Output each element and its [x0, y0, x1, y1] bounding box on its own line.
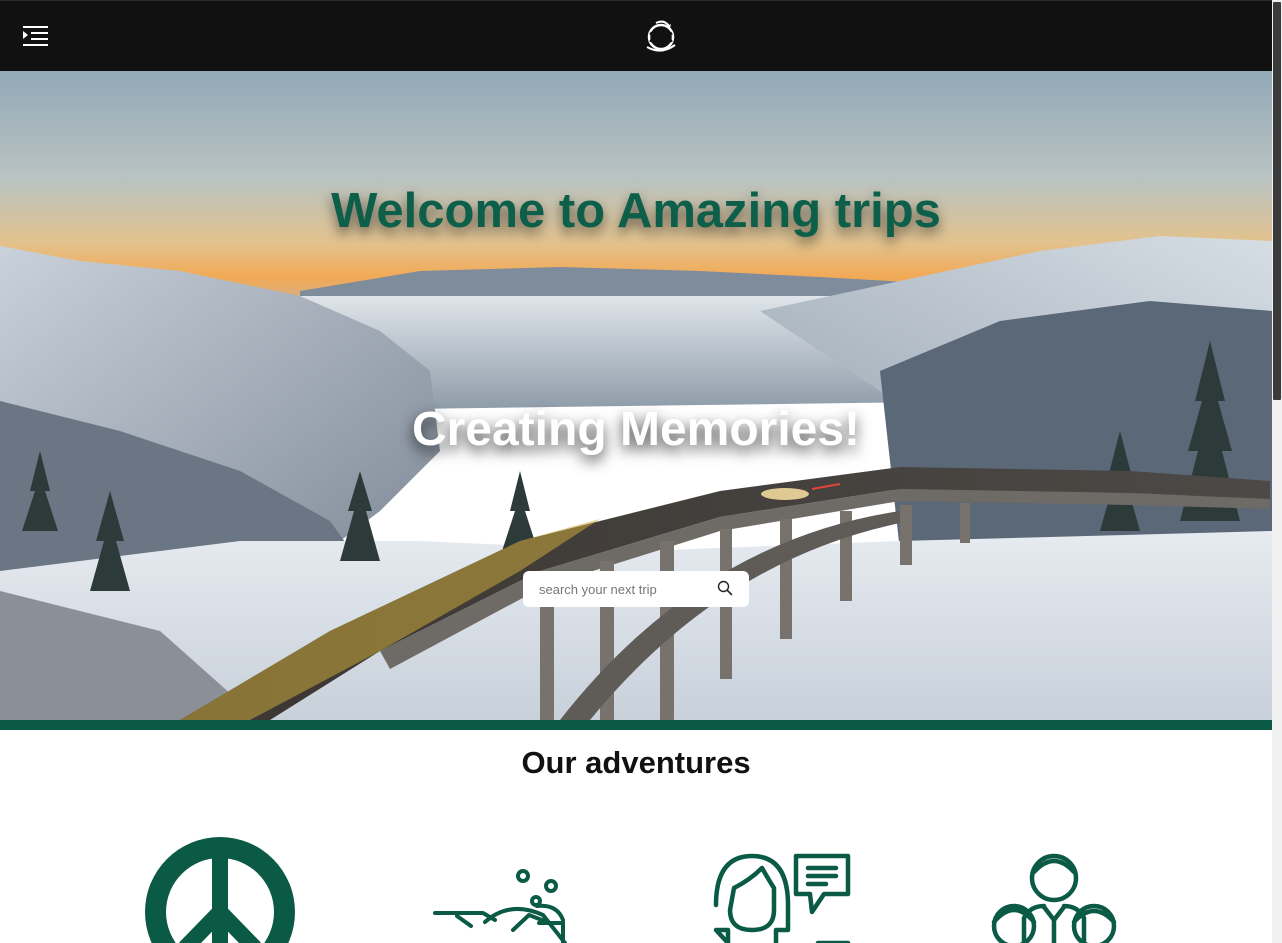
- page: Welcome to Amazing trips Creating Memori…: [0, 0, 1272, 943]
- family-group-icon[interactable]: [960, 830, 1150, 943]
- hero-title: Welcome to Amazing trips: [331, 184, 941, 238]
- guide-chat-icon[interactable]: [700, 830, 890, 943]
- hero-section: Welcome to Amazing trips Creating Memori…: [0, 71, 1272, 720]
- hero-background-image: [0, 71, 1272, 720]
- globe-logo-icon[interactable]: [642, 17, 680, 55]
- page-scrollbar[interactable]: [1272, 0, 1282, 943]
- search-bar: [523, 571, 749, 607]
- scrollbar-thumb[interactable]: [1273, 2, 1281, 400]
- search-input[interactable]: [539, 579, 709, 599]
- menu-indent-icon[interactable]: [18, 21, 52, 51]
- hero-subtitle: Creating Memories!: [411, 403, 861, 456]
- search-icon[interactable]: [717, 580, 733, 596]
- peace-sign-icon[interactable]: [125, 830, 315, 943]
- top-navbar: [0, 0, 1272, 71]
- section-divider: [0, 720, 1272, 730]
- adventures-title: Our adventures: [521, 745, 751, 780]
- snorkel-diver-icon[interactable]: [425, 830, 615, 943]
